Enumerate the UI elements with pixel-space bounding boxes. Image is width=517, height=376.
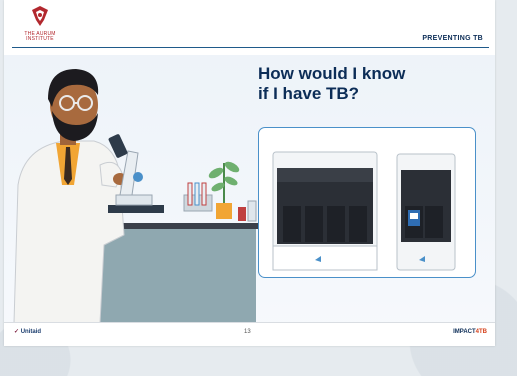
unitaid-mark-icon: ✓ — [14, 329, 20, 335]
page-number: 13 — [244, 329, 251, 335]
scientist-illustration — [13, 69, 260, 323]
slide-header-title: PREVENTING TB — [422, 35, 483, 42]
slide-question: How would I know if I have TB? — [258, 64, 468, 104]
question-line-2: if I have TB? — [258, 84, 360, 103]
footer-divider — [4, 322, 495, 323]
aurum-emblem-icon — [32, 6, 48, 26]
question-line-1: How would I know — [258, 64, 406, 83]
bench-cabinet — [98, 229, 256, 323]
impact-word: IMPACT — [453, 329, 476, 335]
impact4tb-logo: IMPACT4TB — [453, 329, 487, 335]
presentation-slide: THE AURUM INSTITUTE PREVENTING TB How wo… — [4, 0, 495, 346]
device-image-card — [258, 127, 476, 278]
unitaid-logo: ✓ Unitaid — [14, 328, 41, 335]
unitaid-name: Unitaid — [20, 329, 42, 335]
impact-4tb-word: 4TB — [475, 329, 487, 335]
aurum-logo: THE AURUM INSTITUTE — [14, 6, 66, 44]
org-name: THE AURUM INSTITUTE — [24, 31, 56, 42]
header-divider — [12, 47, 489, 48]
genexpert-machines-image — [272, 151, 456, 271]
